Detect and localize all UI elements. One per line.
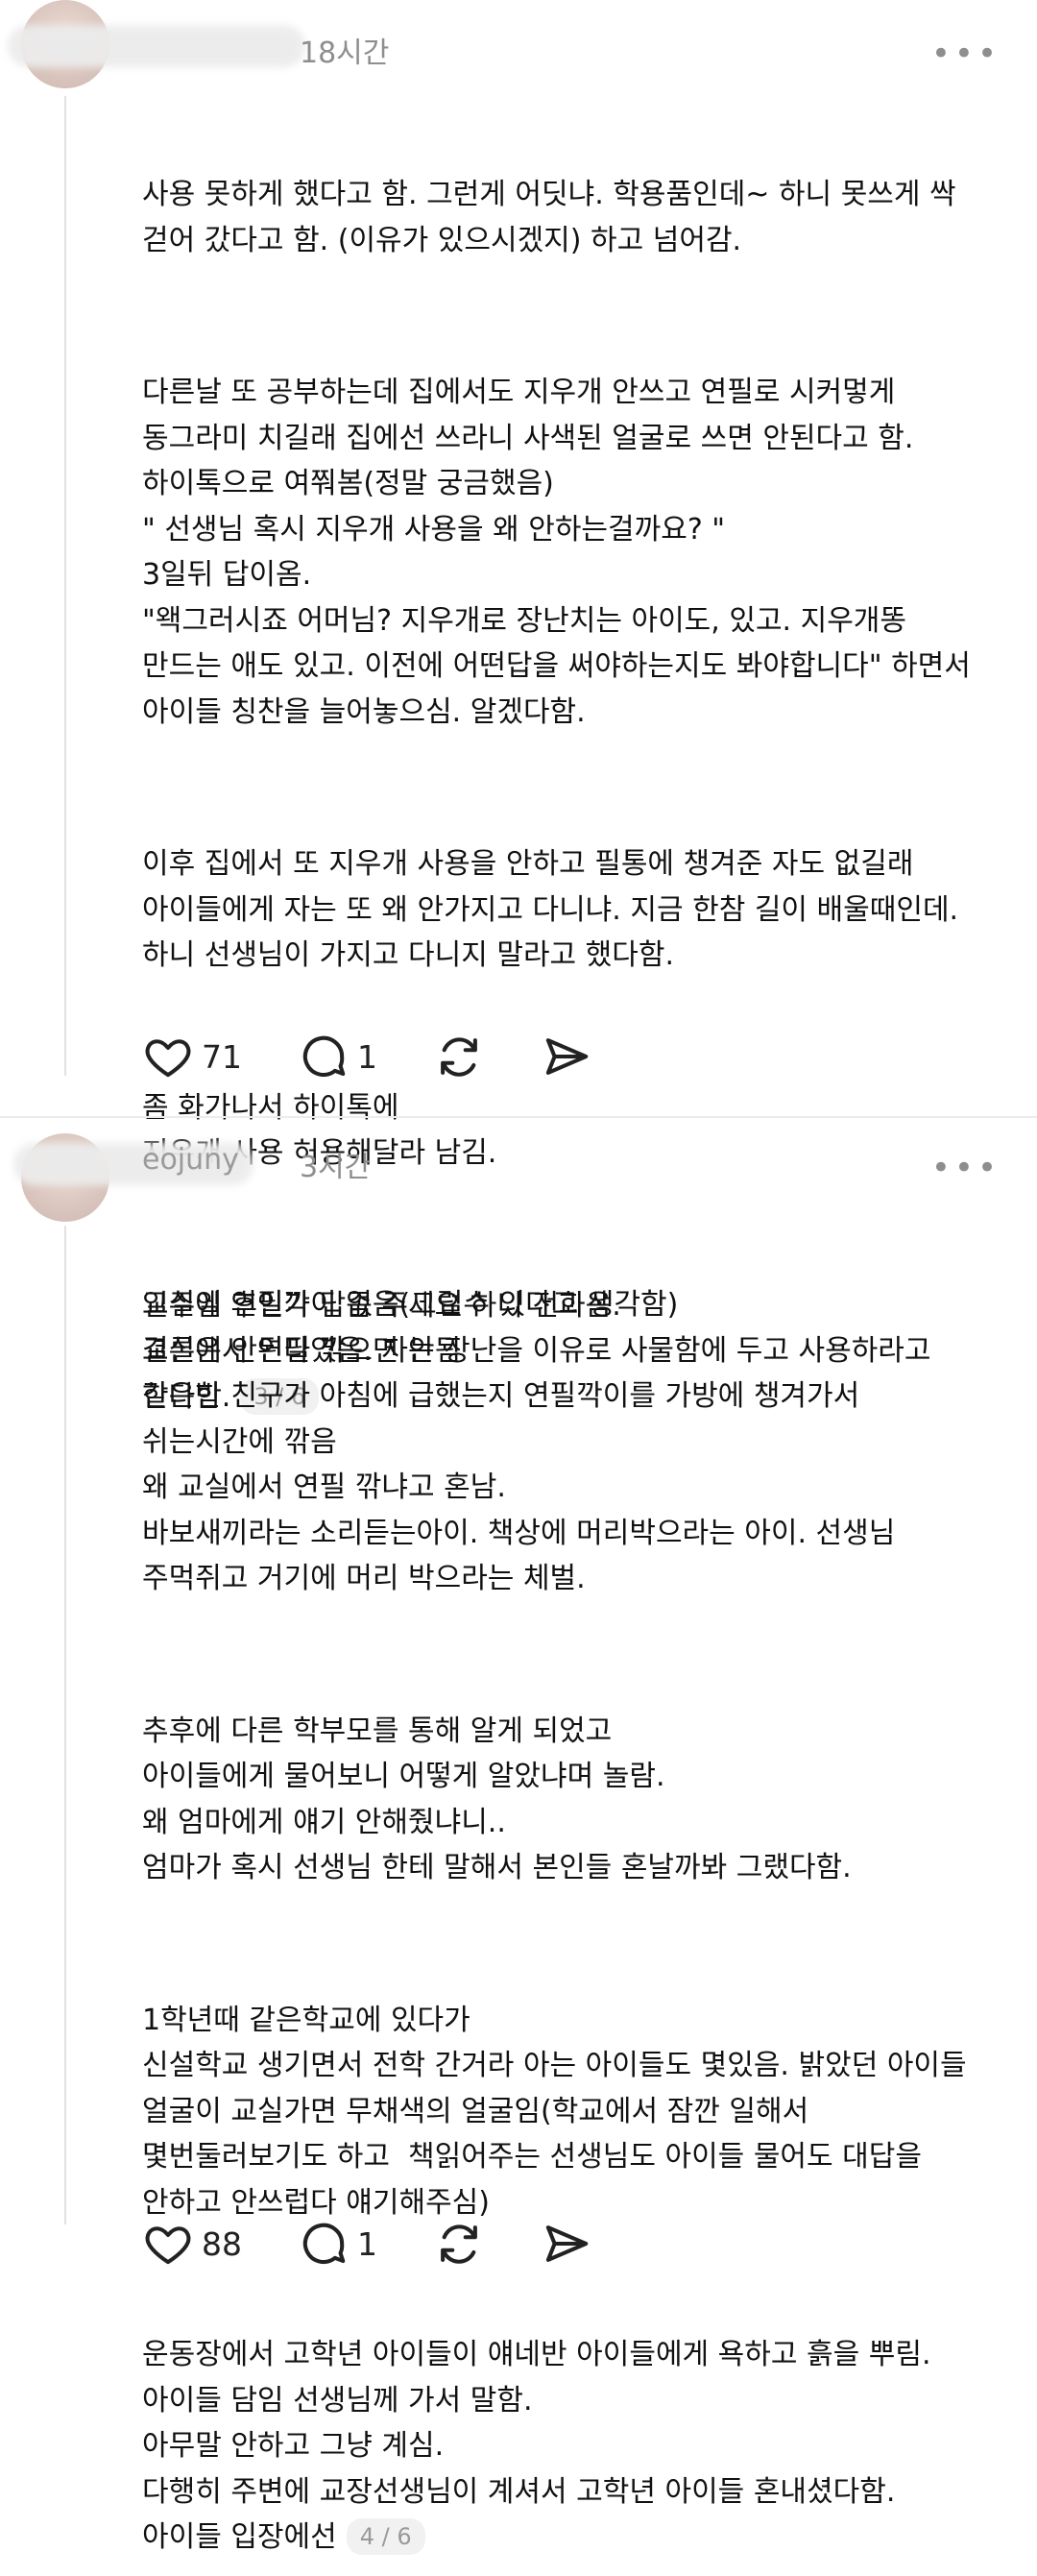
reply-button[interactable]: 1 [298,1031,377,1082]
paragraph: 사용 못하게 했다고 함. 그런게 어딧냐. 학용품인데~ 하니 못쓰게 싹걷어… [142,81,1006,263]
paragraph: 다른날 또 공부하는데 집에서도 지우개 안쓰고 연필로 시커멓게동그라미 치길… [142,279,1006,735]
text-line: 걷어 갔다고 함. (이유가 있으시겠지) 하고 넘어감. [142,223,742,257]
post-2: eojuny 3시간 ••• 교실에 연필깍이 없음(그럴수 있다고 생각함) 교… [0,1122,1037,2555]
text-line: " 선생님 혹시 지우개 사용을 왜 안하는걸까요? " [142,512,726,547]
send-icon [545,2225,589,2262]
text-line: 몇번둘러보기도 하고 책읽어주는 선생님도 아이들 물어도 대답을 [142,2140,922,2174]
send-icon [545,1038,589,1075]
repost-icon [441,2224,477,2264]
post-divider [0,1116,1037,1118]
repost-icon [441,1037,477,1077]
text-line: 주먹쥐고 거기에 머리 박으라는 체벌. [142,1562,586,1595]
post-body: 교실에 연필깍이 없음(그럴수 있다고 생각함) 교실에서 연필 깎으면 안됨같은… [142,1191,1006,2576]
share-button[interactable] [541,1031,592,1082]
comment-icon [302,1035,346,1078]
text-line: 하니 선생님이 가지고 다니지 말라고 했다함. [142,938,675,972]
paragraph: 운동장에서 고학년 아이들이 얘네반 아이들에게 욕하고 흙을 뿌림. 아이들 담… [142,2241,1006,2561]
heart-icon [145,2226,191,2265]
text-line: 추후에 다른 학부모를 통해 알게 되었고 [142,1713,613,1748]
text-line: "왝그러시죠 어머님? 지우개로 장난치는 아이도, 있고. 지우개똥 [142,603,907,638]
paragraph: 교실에 연필깍이 없음(그럴수 있다고 생각함) 교실에서 연필 깎으면 안됨같은… [142,1191,1006,1602]
text-line: 바보새끼라는 소리듣는아이. 책상에 머리박으라는 아이. 선생님 [142,1516,896,1550]
reply-count: 1 [357,1037,377,1076]
like-count: 71 [202,1037,242,1076]
paragraph: 추후에 다른 학부모를 통해 알게 되었고아이들에게 물어보니 어떻게 알았냐며… [142,1617,1006,1891]
text-line: 아이들에게 물어보니 어떻게 알았냐며 놀람. [142,1760,665,1793]
text-line: 운동장에서 고학년 아이들이 얘네반 아이들에게 욕하고 흙을 뿌림. [142,2338,931,2371]
text-line: 교실에 연필깍이 없음(그럴수 있다고 생각함) [142,1288,679,1322]
text-line: 쉬는시간에 깎음 [142,1424,337,1459]
comment-icon [302,2223,346,2265]
text-line: 엄마가 혹시 선생님 한테 말해서 본인들 혼날까봐 그랬다함. [142,1851,852,1884]
text-line: 얼굴이 교실가면 무채색의 얼굴임(학교에서 잠깐 일해서 [142,2094,809,2128]
text-line: 교실에서 연필 깎으면 안됨 [142,1333,462,1368]
action-bar: 88 1 [142,2215,648,2272]
like-count: 88 [202,2224,242,2263]
post-username[interactable]: eojuny [142,1143,239,1177]
share-button[interactable] [541,2218,592,2270]
text-line: 아이들에게 자는 또 왜 안가지고 다니냐. 지금 한참 길이 배울때인데. [142,892,959,927]
post-time: 18시간 [300,36,390,70]
like-button[interactable]: 88 [142,2218,242,2270]
text-line: 아이들 칭찬을 늘어놓으심. 알겠다함. [142,694,586,729]
text-line: 왜 엄마에게 얘기 안해줬냐니.. [142,1805,506,1839]
like-button[interactable]: 71 [142,1031,242,1082]
text-line: 신설학교 생기면서 전학 간거라 아는 아이들도 몇있음. 밝았던 아이들 [142,2049,967,2082]
text-line: 1학년때 같은학교에 있다가 [142,2003,470,2037]
text-line: 아이들 입장에선 4 / 6 [142,2515,1006,2561]
text-line: 다른날 또 공부하는데 집에서도 지우개 안쓰고 연필로 시커멓게 [142,376,896,409]
post-1: 18시간 ••• 사용 못하게 했다고 함. 그런게 어딧냐. 학용품인데~ 하… [0,0,1037,1415]
reply-count: 1 [357,2224,377,2263]
paragraph: 이후 집에서 또 지우개 사용을 안하고 필통에 챙겨준 자도 없길래아이들에게… [142,750,1006,979]
reply-button[interactable]: 1 [298,2218,377,2270]
thread-line [64,1226,66,2224]
text-line: 3일뒤 답이옴. [142,558,312,592]
text-line-end: 아이들 입장에선 [142,2520,337,2554]
username-blur [8,25,305,67]
heart-icon [145,1039,191,1078]
more-options-icon[interactable]: ••• [931,35,1001,73]
thread-line [64,96,66,1076]
page-indicator: 4 / 6 [346,2518,425,2555]
action-bar: 71 1 [142,1028,648,1085]
post-time: 3시간 [300,1151,372,1184]
text-line: 하이톡으로 여쭤봄(정말 궁금했음) [142,467,554,500]
repost-button[interactable] [433,1031,485,1082]
text-line: 사용 못하게 했다고 함. 그런게 어딧냐. 학용품인데~ 하니 못쓰게 싹 [142,178,956,211]
text-line: 다행히 주변에 교장선생님이 계셔서 고학년 아이들 혼내셨다함. [142,2474,896,2509]
repost-button[interactable] [433,2218,485,2270]
text-line: 동그라미 치길래 집에선 쓰라니 사색된 얼굴로 쓰면 안된다고 함. [142,421,914,455]
text-line: 아이들 담임 선생님께 가서 말함. [142,2383,533,2418]
text-line: 이후 집에서 또 지우개 사용을 안하고 필통에 챙겨준 자도 없길래 [142,847,914,881]
more-options-icon[interactable]: ••• [931,1149,1001,1187]
text-line: 만드는 애도 있고. 이전에 어떤답을 써야하는지도 봐야합니다" 하면서 [142,649,971,683]
paragraph: 1학년때 같은학교에 있다가신설학교 생기면서 전학 간거라 아는 아이들도 몇… [142,1907,1006,2226]
text-line: 아무말 안하고 그냥 계심. [142,2429,445,2463]
text-line: 왜 교실에서 연필 깎냐고 혼남. [142,1470,506,1504]
text-line: 같은반 친구가 아침에 급했는지 연필깍이를 가방에 챙겨가서 [142,1379,860,1413]
